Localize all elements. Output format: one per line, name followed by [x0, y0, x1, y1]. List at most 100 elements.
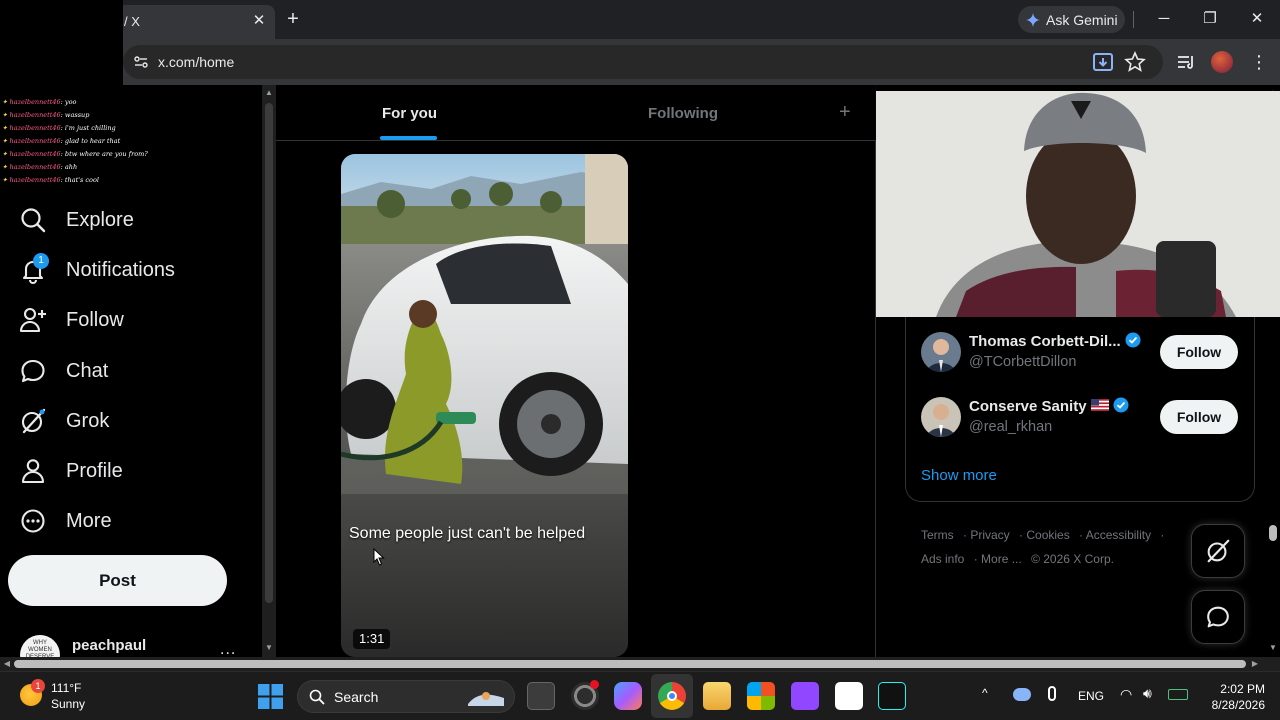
chat-badge-icon: ✦ [2, 98, 10, 106]
scroll-down-icon[interactable]: ▼ [264, 643, 274, 653]
nav-grok-label: Grok [66, 409, 110, 432]
clock-date: 8/28/2026 [1211, 698, 1265, 712]
scroll-right-icon[interactable]: ▶ [1250, 659, 1260, 669]
taskbar-search[interactable]: Search [297, 680, 515, 713]
restore-icon[interactable]: ❐ [1197, 6, 1223, 32]
weather-description[interactable]: Sunny [51, 697, 85, 711]
follow-suggestion[interactable]: Thomas Corbett-Dil... @TCorbettDillon Fo… [921, 332, 1251, 376]
footer-link[interactable]: Cookies [1026, 528, 1069, 542]
address-bar[interactable]: x.com/home [123, 45, 1163, 79]
tray-overflow-icon[interactable]: ^ [982, 686, 988, 700]
notifications-badge: 1 [33, 253, 49, 269]
nav-follow[interactable]: Follow [18, 300, 124, 340]
copyright-text: © 2026 X Corp. [1031, 552, 1114, 566]
windows-taskbar: 1 111°F Sunny Search ^ ENG ◠ 🔊︎ 2:02 PM … [0, 671, 1280, 720]
copilot-icon[interactable] [614, 682, 642, 710]
tab-for-you[interactable]: For you [382, 105, 437, 122]
divider [1133, 11, 1134, 28]
post-button[interactable]: Post [8, 555, 227, 606]
search-highlight-icon [468, 692, 504, 706]
windows-start-icon[interactable] [258, 684, 283, 709]
language-indicator[interactable]: ENG [1078, 689, 1104, 703]
microphone-icon[interactable] [1048, 686, 1056, 701]
scroll-left-icon[interactable]: ◀ [2, 659, 12, 669]
scrollbar-thumb[interactable] [265, 103, 273, 603]
scroll-down-icon[interactable]: ▼ [1268, 643, 1278, 653]
tab-close-icon[interactable]: ✕ [250, 12, 268, 30]
browser-menu-icon[interactable]: ⋮ [1250, 50, 1268, 74]
sidebar-scrollbar[interactable]: ▲ ▼ [262, 85, 276, 657]
chat-text: i'm just chilling [64, 124, 116, 132]
follow-button[interactable]: Follow [1160, 335, 1238, 369]
follow-button[interactable]: Follow [1160, 400, 1238, 434]
system-clock[interactable]: 2:02 PM 8/28/2026 [1193, 681, 1265, 713]
nav-profile[interactable]: Profile [18, 451, 123, 491]
add-tab-icon[interactable]: + [839, 101, 851, 124]
file-explorer-icon[interactable] [703, 682, 731, 710]
footer-link[interactable]: Ads info [921, 552, 964, 566]
browser-tab[interactable]: / X ✕ [110, 5, 275, 39]
webcam-overlay [876, 91, 1280, 317]
bookmark-star-icon[interactable] [1124, 51, 1146, 73]
close-icon[interactable]: ✕ [1244, 6, 1270, 32]
tiktok-icon[interactable] [878, 682, 906, 710]
chat-badge-icon: ✦ [2, 137, 10, 145]
nav-explore[interactable]: Explore [18, 200, 134, 240]
search-label: Search [334, 689, 379, 705]
chat-text: wassup [64, 111, 90, 119]
video-player[interactable]: Some people just can't be helped 1:31 [341, 154, 628, 657]
nav-chat[interactable]: Chat [18, 351, 108, 391]
site-settings-icon[interactable] [133, 54, 149, 70]
footer-link[interactable]: Privacy [970, 528, 1009, 542]
ask-gemini-button[interactable]: Ask Gemini [1018, 6, 1125, 33]
scrollbar-thumb[interactable] [1269, 525, 1277, 541]
volume-icon[interactable]: 🔊︎ [1143, 685, 1152, 702]
horizontal-scrollbar[interactable]: ◀ ▶ [0, 657, 1280, 671]
person-add-icon [19, 307, 46, 333]
nav-grok[interactable]: Grok [18, 401, 109, 441]
chat-message: ✦ hazelbennett46: i'm just chilling [0, 122, 123, 135]
task-view-icon[interactable] [527, 682, 555, 710]
install-app-icon[interactable] [1092, 51, 1114, 73]
nav-notifications-label: Notifications [66, 258, 175, 281]
chat-text: yoo [64, 98, 77, 106]
footer-link[interactable]: Terms [921, 528, 954, 542]
capcut-icon[interactable] [835, 682, 863, 710]
grok-fab-button[interactable] [1191, 524, 1245, 578]
follow-suggestion[interactable]: Conserve Sanity @real_rkhan Follow [921, 397, 1251, 441]
url-text[interactable]: x.com/home [158, 54, 234, 70]
onedrive-icon[interactable] [1013, 688, 1031, 701]
suggestion-name: Thomas Corbett-Dil... [969, 332, 1141, 350]
battery-icon[interactable] [1168, 689, 1188, 700]
footer-link[interactable]: More ... [981, 552, 1022, 566]
chat-username: hazelbennett46 [9, 124, 61, 132]
chat-badge-icon: ✦ [2, 111, 10, 119]
wifi-icon[interactable]: ◠ [1120, 686, 1132, 703]
more-circle-icon [21, 509, 45, 533]
profile-avatar-icon[interactable] [1211, 51, 1233, 73]
minimize-icon[interactable]: ─ [1151, 6, 1177, 32]
nav-chat-label: Chat [66, 359, 109, 382]
nav-more[interactable]: More [18, 501, 112, 541]
microsoft-store-icon[interactable] [747, 682, 775, 710]
new-tab-icon[interactable]: + [282, 8, 304, 30]
nav-profile-label: Profile [66, 459, 123, 482]
scroll-up-icon[interactable]: ▲ [264, 88, 274, 98]
nav-follow-label: Follow [66, 308, 124, 331]
weather-temperature[interactable]: 111°F [51, 681, 81, 695]
messages-fab-button[interactable] [1191, 590, 1245, 644]
media-control-icon[interactable] [1175, 51, 1197, 73]
nav-notifications[interactable]: 1 Notifications [18, 250, 175, 290]
chat-text: btw where are you from? [64, 150, 148, 158]
chat-username: hazelbennett46 [9, 176, 61, 184]
main-feed: For you Following + Some people just can… [276, 85, 876, 657]
show-more-link[interactable]: Show more [921, 467, 997, 484]
mouse-cursor-icon [373, 548, 385, 566]
scrollbar-thumb[interactable] [14, 660, 1246, 668]
chat-badge-icon: ✦ [2, 163, 10, 171]
feed-tabs: For you Following + [276, 85, 876, 141]
tab-following[interactable]: Following [648, 105, 718, 122]
footer-link[interactable]: Accessibility [1086, 528, 1151, 542]
active-tab-indicator [380, 136, 437, 140]
twitch-icon[interactable] [791, 682, 819, 710]
